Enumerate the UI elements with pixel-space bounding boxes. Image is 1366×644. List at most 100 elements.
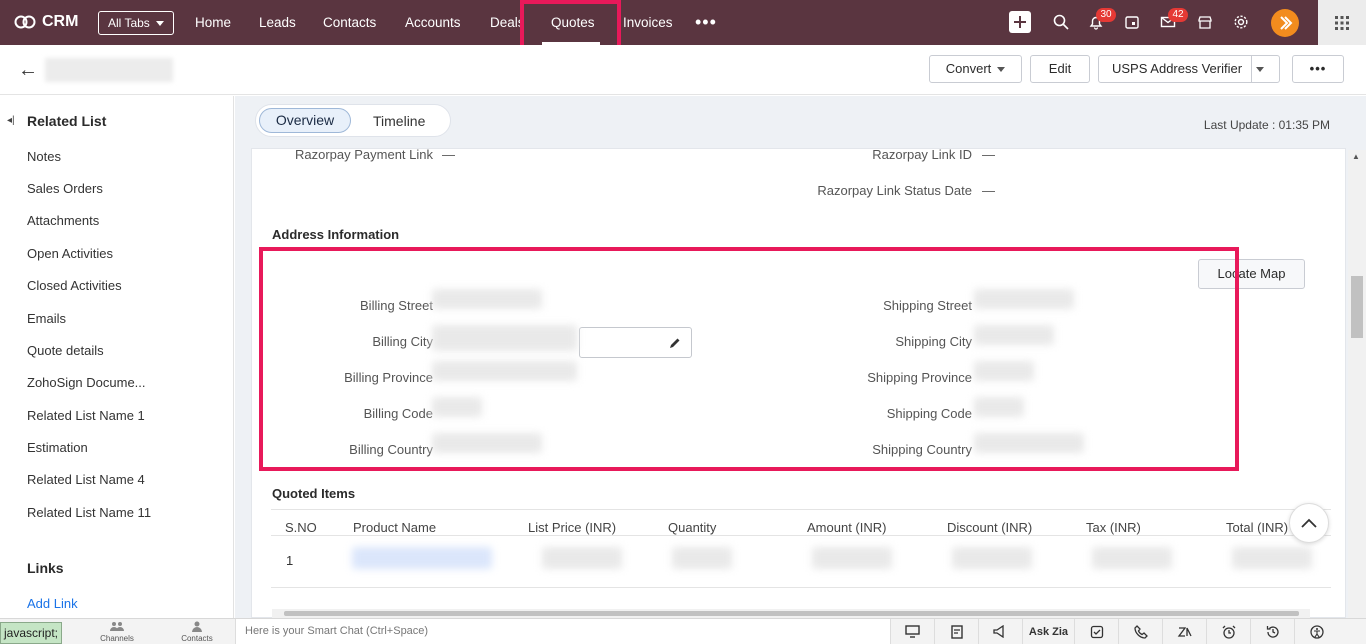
usps-label: USPS Address Verifier [1112,61,1243,76]
column-header-sno: S.NO [285,520,317,535]
chevron-up-icon [1301,518,1317,528]
sidebar-item-related-list-name-4[interactable]: Related List Name 4 [27,472,145,487]
sidebar-item-related-list-name-1[interactable]: Related List Name 1 [27,408,145,423]
view-tabs: Overview Timeline [255,104,451,137]
contacts-label: Contacts [181,634,213,643]
avatar-chevron-icon [1280,16,1293,30]
tab-contacts[interactable]: Contacts [323,15,376,30]
accessibility-icon[interactable] [1294,619,1338,644]
field-value-razorpay-payment-link[interactable]: — [442,147,455,162]
collapse-sidebar-icon[interactable]: ◂| [7,115,15,126]
zia-icon[interactable] [1162,619,1206,644]
create-plus-icon[interactable] [1009,11,1031,33]
checklist-icon[interactable] [1074,619,1118,644]
field-label-razorpay-payment-link: Razorpay Payment Link [294,147,433,162]
sidebar-item-notes[interactable]: Notes [27,149,61,164]
vertical-scrollbar[interactable]: ▲ [1348,150,1366,618]
field-label-razorpay-link-id: Razorpay Link ID [872,147,972,162]
sidebar-item-emails[interactable]: Emails [27,311,66,326]
last-update-text: Last Update : 01:35 PM [1203,118,1330,132]
table-header-border [271,535,1331,536]
field-value-razorpay-link-id[interactable]: — [982,147,995,162]
field-label-razorpay-link-status-date: Razorpay Link Status Date [817,183,972,198]
add-link[interactable]: Add Link [27,596,78,611]
phone-icon[interactable] [1118,619,1162,644]
scroll-to-top-button[interactable] [1289,503,1329,543]
amount-value-blurred [812,547,892,569]
more-actions-button[interactable]: ••• [1292,55,1344,83]
mail-count-badge: 42 [1168,8,1188,22]
channels-icon [110,622,124,631]
address-information-title: Address Information [272,227,400,242]
tab-overview[interactable]: Overview [259,108,351,133]
alarm-clock-icon[interactable] [1206,619,1250,644]
quoted-items-title: Quoted Items [272,486,356,501]
edit-button[interactable]: Edit [1030,55,1090,83]
sidebar-item-related-list-name-11[interactable]: Related List Name 11 [27,505,151,520]
sidebar-item-estimation[interactable]: Estimation [27,440,88,455]
bottom-bar: javascript; Channels Contacts Here is yo… [0,618,1366,644]
marketplace-icon[interactable] [1194,11,1216,33]
usps-address-verifier-button[interactable]: USPS Address Verifier [1098,55,1280,83]
sidebar-item-quote-details[interactable]: Quote details [27,343,104,358]
calendar-icon[interactable] [1121,11,1143,33]
field-value-razorpay-link-status-date[interactable]: — [982,183,995,198]
sidebar-item-closed-activities[interactable]: Closed Activities [27,278,122,293]
horizontal-scroll-thumb[interactable] [284,611,1299,616]
smart-chat-input[interactable]: Here is your Smart Chat (Ctrl+Space) [235,619,890,644]
all-tabs-label: All Tabs [108,16,150,30]
address-section-highlight-box [259,247,1239,471]
tab-leads[interactable]: Leads [259,15,296,30]
history-icon[interactable] [1250,619,1294,644]
channels-button[interactable]: Channels [92,621,142,643]
convert-label: Convert [945,61,992,76]
notification-count-badge: 30 [1096,8,1116,22]
tab-invoices[interactable]: Invoices [623,15,673,30]
column-header-total: Total (INR) [1226,520,1289,535]
column-header-discount: Discount (INR) [947,520,1033,535]
contacts-button[interactable]: Contacts [172,621,222,643]
list-price-value-blurred [542,547,622,569]
announcement-icon[interactable] [978,619,1022,644]
total-value-blurred [1232,547,1312,569]
search-icon[interactable] [1050,11,1072,33]
chevron-down-icon [155,21,164,27]
column-header-amount: Amount (INR) [807,520,887,535]
notes-icon[interactable] [934,619,978,644]
ask-zia-button[interactable]: Ask Zia [1022,619,1074,644]
gear-icon[interactable] [1230,11,1252,33]
top-navigation: CRM All Tabs Home Leads Contacts Account… [0,0,1366,45]
record-header: ← Convert Edit USPS Address Verifier ••• [0,45,1366,95]
more-tabs-icon[interactable]: ••• [695,12,717,33]
table-row-border [271,587,1331,588]
sidebar-item-attachments[interactable]: Attachments [27,213,99,228]
tab-home[interactable]: Home [195,15,231,30]
tab-accounts[interactable]: Accounts [405,15,461,30]
horizontal-scrollbar[interactable] [272,609,1310,618]
convert-button[interactable]: Convert [929,55,1022,83]
sidebar-item-zohosign-documents[interactable]: ZohoSign Docume... [27,375,146,390]
column-header-list-price: List Price (INR) [528,520,617,535]
back-arrow-icon[interactable]: ← [18,59,38,82]
tab-timeline[interactable]: Timeline [373,113,425,129]
discount-value-blurred [952,547,1032,569]
chevron-down-icon[interactable] [1256,67,1264,72]
contacts-icon [192,621,202,632]
browser-status-text: javascript; [0,622,63,644]
app-grid-icon[interactable] [1318,0,1366,45]
column-header-product-name: Product Name [353,520,437,535]
user-avatar[interactable] [1271,9,1299,37]
all-tabs-dropdown[interactable]: All Tabs [98,11,174,35]
crm-logo[interactable]: CRM [14,12,78,32]
screen-share-icon[interactable] [890,619,934,644]
app-name: CRM [42,13,79,30]
scroll-up-arrow-icon[interactable]: ▲ [1352,152,1360,161]
table-top-border [271,509,1331,510]
vertical-scroll-thumb[interactable] [1351,276,1363,338]
sidebar-item-open-activities[interactable]: Open Activities [27,246,113,261]
links-title: Links [27,560,64,576]
related-list-title: Related List [27,113,107,129]
sidebar-item-sales-orders[interactable]: Sales Orders [27,181,103,196]
product-name-blurred-link[interactable] [352,547,492,569]
column-header-tax: Tax (INR) [1086,520,1141,535]
